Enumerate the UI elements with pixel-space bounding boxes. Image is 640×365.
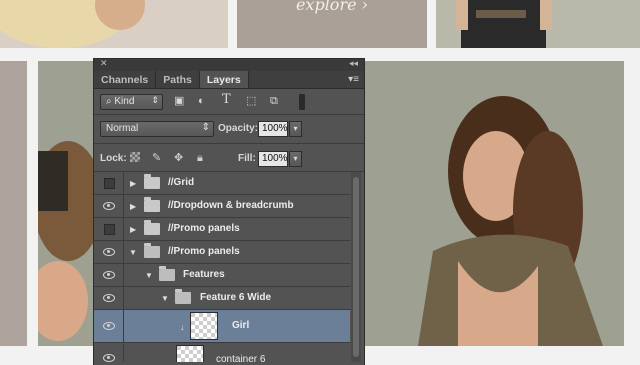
visibility-toggle[interactable] [94, 172, 124, 194]
eye-icon[interactable] [103, 294, 115, 302]
kind-label: Kind [114, 96, 135, 107]
layer-thumbnail [190, 312, 218, 340]
visibility-toggle[interactable] [94, 264, 124, 286]
tab-paths[interactable]: Paths [156, 71, 200, 88]
folder-open-icon [175, 289, 191, 304]
collapse-triangle-icon[interactable]: ▼ [161, 294, 169, 303]
visibility-toggle[interactable] [94, 310, 124, 342]
layer-name: Features [183, 269, 225, 280]
blend-mode-value: Normal [106, 123, 139, 134]
eye-icon[interactable] [103, 248, 115, 256]
left-panel-bg [0, 61, 27, 346]
fill-input[interactable]: 100% [258, 151, 288, 167]
layer-row[interactable]: ▶ //Grid [94, 172, 350, 195]
layer-name: container 6 [216, 354, 266, 362]
expand-triangle-icon[interactable]: ▶ [130, 225, 136, 234]
chevron-updown-icon: ⇕ [151, 95, 159, 105]
layer-name: //Promo panels [168, 246, 240, 257]
folder-open-icon [159, 266, 175, 281]
lock-transparent-icon[interactable] [130, 152, 140, 162]
panel-tabs: Channels Paths Layers ▾≡ [94, 71, 364, 89]
clipping-mask-arrow-icon: ↓ [180, 322, 185, 332]
layer-row[interactable]: ▼ Feature 6 Wide [94, 287, 350, 310]
blend-row: Normal ⇕ Opacity: 100% ▾ [94, 115, 364, 144]
folder-icon [144, 174, 160, 189]
lock-position-move-icon[interactable]: ✥ [174, 152, 183, 164]
fill-dropdown-icon[interactable]: ▾ [289, 151, 302, 167]
collapse-triangle-icon[interactable]: ▼ [129, 248, 137, 257]
opacity-dropdown-icon[interactable]: ▾ [289, 121, 302, 137]
eye-icon[interactable] [103, 322, 115, 330]
top-left-photo [0, 0, 228, 48]
layer-name: //Grid [168, 177, 195, 188]
top-right-photo-art [456, 0, 552, 48]
lock-row: Lock: ✎ ✥ 🔒︎ Fill: 100% ▾ [94, 144, 364, 172]
type-filter-icon[interactable]: T [222, 93, 231, 106]
layer-name: Girl [232, 320, 250, 331]
adjustment-filter-icon[interactable]: ◐ [198, 95, 205, 107]
eye-icon[interactable] [103, 271, 115, 279]
shape-filter-icon[interactable]: ⬚ [246, 95, 256, 107]
folder-icon [144, 197, 160, 212]
tab-layers[interactable]: Layers [199, 71, 249, 88]
chevron-updown-icon: ⇕ [201, 122, 210, 133]
filter-toggle-icon[interactable] [299, 94, 305, 110]
lock-pixels-brush-icon[interactable]: ✎ [152, 152, 161, 164]
smart-object-filter-icon[interactable]: ⧉ [270, 95, 278, 107]
scrollbar-thumb[interactable] [353, 177, 359, 357]
blend-mode-select[interactable]: Normal ⇕ [100, 121, 214, 137]
layer-name: Feature 6 Wide [200, 292, 272, 303]
layers-scrollbar[interactable] [351, 172, 361, 362]
layer-row-selected[interactable]: ↓ Girl [94, 310, 350, 343]
lock-label: Lock: [100, 153, 127, 164]
layer-row[interactable]: ▶ //Dropdown & breadcrumb [94, 195, 350, 218]
visibility-toggle[interactable] [94, 241, 124, 263]
layer-name: //Dropdown & breadcrumb [168, 200, 294, 211]
folder-open-icon [144, 243, 160, 258]
opacity-input[interactable]: 100% [258, 121, 288, 137]
tab-channels[interactable]: Channels [94, 71, 157, 88]
panel-titlebar: ✕ ◂◂ [94, 58, 364, 71]
fill-label: Fill: [238, 153, 256, 164]
layer-thumbnail [176, 345, 204, 362]
layer-row[interactable]: ▶ //Promo panels [94, 218, 350, 241]
kind-filter-select[interactable]: ⌕ Kind ⇕ [100, 94, 163, 110]
visibility-toggle[interactable] [94, 195, 124, 217]
visibility-toggle[interactable] [94, 218, 124, 240]
eye-icon[interactable] [103, 202, 115, 210]
panel-menu-icon[interactable]: ▾≡ [348, 74, 359, 85]
eye-icon[interactable] [103, 354, 115, 362]
expand-triangle-icon[interactable]: ▶ [130, 179, 136, 188]
layer-row[interactable]: container 6 [94, 344, 350, 362]
collapse-triangle-icon[interactable]: ▼ [145, 271, 153, 280]
folder-icon [144, 220, 160, 235]
collapse-icon[interactable]: ◂◂ [349, 58, 358, 69]
layer-row[interactable]: ▼ Features [94, 264, 350, 287]
expand-triangle-icon[interactable]: ▶ [130, 202, 136, 211]
layer-name: //Promo panels [168, 223, 240, 234]
layers-panel: ✕ ◂◂ Channels Paths Layers ▾≡ ⌕ Kind ⇕ ▣… [93, 58, 365, 365]
pixel-filter-icon[interactable]: ▣ [174, 95, 184, 107]
lock-all-icon[interactable]: 🔒︎ [197, 152, 203, 164]
visibility-off-box-icon[interactable] [104, 178, 115, 189]
opacity-label: Opacity: [218, 123, 259, 134]
top-right-photo [436, 0, 640, 48]
visibility-toggle[interactable] [94, 344, 124, 362]
search-icon: ⌕ [106, 96, 112, 107]
visibility-toggle[interactable] [94, 287, 124, 309]
explore-label[interactable]: explore › [296, 0, 368, 14]
top-left-photo-art [0, 0, 145, 48]
visibility-off-box-icon[interactable] [104, 224, 115, 235]
layer-row[interactable]: ▼ //Promo panels [94, 241, 350, 264]
layers-list: ▶ //Grid ▶ //Dropdown & breadcrumb ▶ //P… [94, 172, 364, 362]
filter-row: ⌕ Kind ⇕ ▣ ◐ T ⬚ ⧉ [94, 89, 364, 115]
explore-link[interactable]: explore › [237, 0, 427, 48]
close-icon[interactable]: ✕ [100, 58, 108, 69]
